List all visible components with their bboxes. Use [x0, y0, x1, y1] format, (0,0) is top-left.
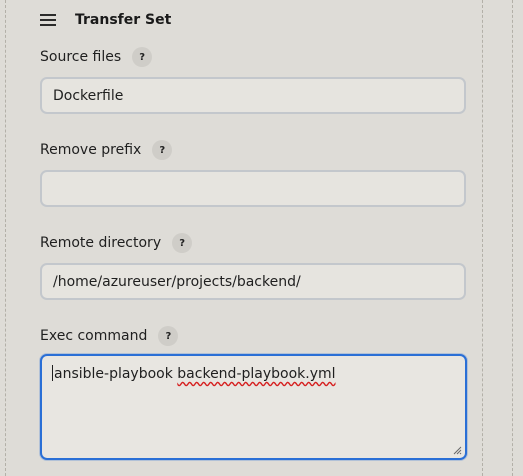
exec-command-label-row: Exec command ? [40, 326, 179, 346]
exec-command-help-icon[interactable]: ? [158, 326, 179, 346]
exec-command-label: Exec command [40, 328, 148, 344]
remove-prefix-label-row: Remove prefix ? [40, 140, 173, 160]
remote-directory-help-icon[interactable]: ? [172, 233, 193, 253]
text-caret [52, 365, 53, 381]
exec-command-word-1: ansible-playbook [54, 366, 173, 382]
remote-directory-label: Remote directory [40, 235, 162, 251]
transfer-set-header: Transfer Set [40, 9, 171, 31]
source-files-input[interactable] [40, 77, 466, 114]
remove-prefix-help-icon[interactable]: ? [152, 140, 173, 160]
section-border-right [482, 0, 483, 476]
remove-prefix-label: Remove prefix [40, 142, 142, 158]
remote-directory-input[interactable] [40, 263, 466, 300]
remove-prefix-input[interactable] [40, 170, 466, 207]
drag-handle-icon[interactable] [40, 14, 56, 26]
section-title: Transfer Set [75, 12, 172, 28]
source-files-label-row: Source files ? [40, 47, 153, 67]
section-border-left [5, 0, 6, 476]
source-files-label: Source files [40, 49, 122, 65]
remote-directory-label-row: Remote directory ? [40, 233, 193, 253]
resize-grip-icon[interactable] [453, 446, 462, 455]
exec-command-textarea[interactable]: ansible-playbook backend-playbook.yml [40, 354, 467, 460]
exec-command-word-2: backend-playbook.yml [177, 366, 336, 382]
outer-border-right [512, 0, 513, 476]
source-files-help-icon[interactable]: ? [132, 47, 153, 67]
